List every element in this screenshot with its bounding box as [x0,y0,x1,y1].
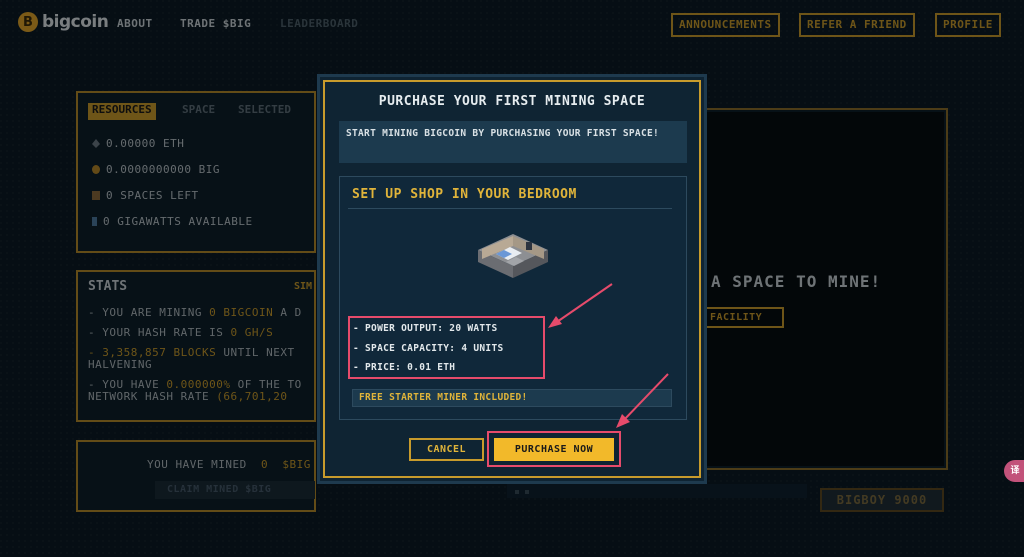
modal-title: PURCHASE YOUR FIRST MINING SPACE [378,94,646,109]
modal-intro-text: START MINING BIGCOIN BY PURCHASING YOUR … [346,128,660,139]
specs-annotation-box [348,316,545,379]
annotation-arrow-purchase [616,373,669,428]
modal-intro-box: START MINING BIGCOIN BY PURCHASING YOUR … [339,121,687,163]
bedroom-card-title: SET UP SHOP IN YOUR BEDROOM [352,187,577,202]
purchase-now-button[interactable]: PURCHASE NOW [494,438,614,461]
card-divider [348,208,672,209]
annotation-arrow-specs [548,283,613,328]
cancel-button[interactable]: CANCEL [409,438,484,461]
translate-icon[interactable]: 译 [1004,460,1024,482]
bedroom-room-icon [478,234,548,278]
